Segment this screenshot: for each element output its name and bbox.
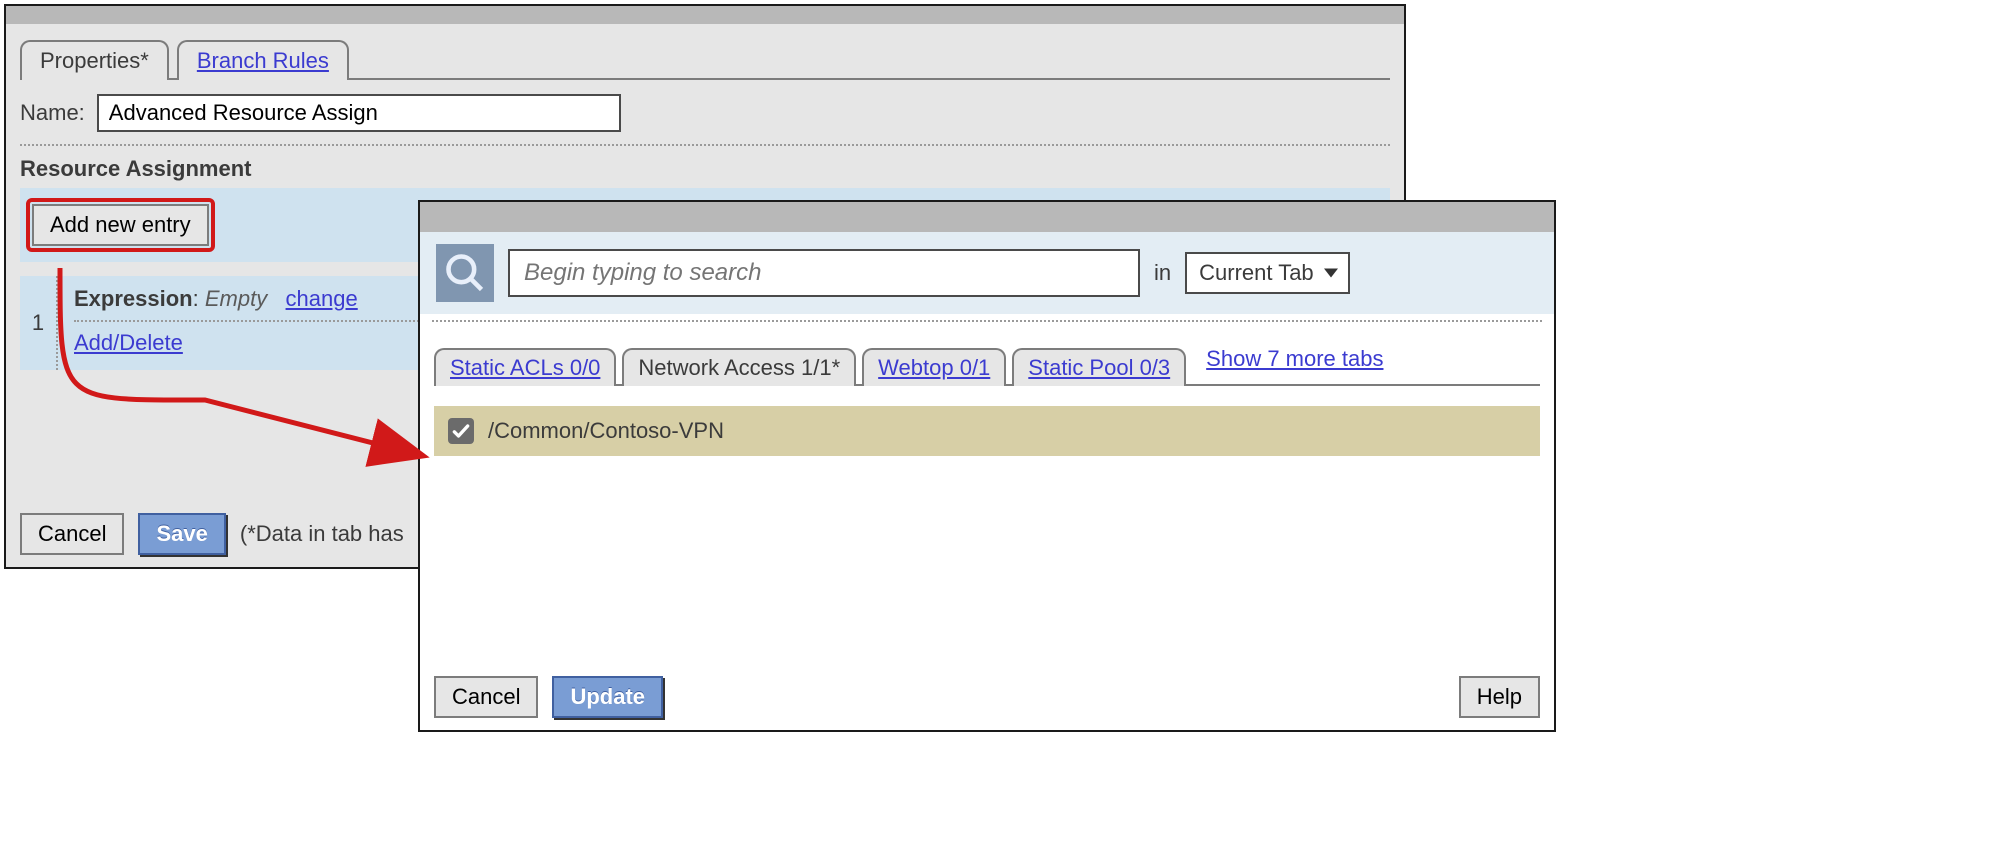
expression-value: Empty — [205, 286, 267, 311]
save-button[interactable]: Save — [138, 513, 225, 555]
resource-checkbox-checked[interactable] — [448, 418, 474, 444]
resource-item[interactable]: /Common/Contoso-VPN — [434, 406, 1540, 456]
change-link[interactable]: change — [286, 286, 358, 311]
tab-network-access-label: Network Access 1/1* — [638, 355, 840, 380]
name-row: Name: — [6, 80, 1404, 144]
search-bar: in Current Tab — [420, 232, 1554, 314]
resource-picker-window: in Current Tab Static ACLs 0/0 Network A… — [418, 200, 1556, 732]
tab-branch-rules-label: Branch Rules — [197, 48, 329, 73]
search-input[interactable] — [508, 249, 1140, 297]
cancel-button[interactable]: Cancel — [434, 676, 538, 718]
window-titlebar — [420, 202, 1554, 232]
front-footer: Cancel Update Help — [434, 676, 1540, 718]
expression-label: Expression — [74, 286, 193, 311]
search-icon — [436, 244, 494, 302]
tab-properties[interactable]: Properties* — [20, 40, 169, 80]
tab-properties-label: Properties* — [40, 48, 149, 73]
add-entry-highlight: Add new entry — [26, 198, 215, 252]
tab-webtop-label: Webtop 0/1 — [878, 355, 990, 380]
help-button[interactable]: Help — [1459, 676, 1540, 718]
tab-webtop[interactable]: Webtop 0/1 — [862, 348, 1006, 386]
show-more-tabs-link[interactable]: Show 7 more tabs — [1206, 346, 1383, 378]
name-input[interactable] — [97, 94, 621, 132]
tab-branch-rules[interactable]: Branch Rules — [177, 40, 349, 80]
add-delete-link[interactable]: Add/Delete — [74, 330, 183, 355]
add-new-entry-button[interactable]: Add new entry — [32, 204, 209, 246]
window-titlebar — [6, 6, 1404, 24]
name-label: Name: — [20, 100, 85, 126]
search-scope-value: Current Tab — [1199, 260, 1314, 286]
main-tabs: Properties* Branch Rules — [20, 34, 1390, 80]
tab-static-pool[interactable]: Static Pool 0/3 — [1012, 348, 1186, 386]
tab-static-acls[interactable]: Static ACLs 0/0 — [434, 348, 616, 386]
tab-static-acls-label: Static ACLs 0/0 — [450, 355, 600, 380]
back-footer: Cancel Save (*Data in tab has — [20, 513, 404, 555]
resource-assignment-heading: Resource Assignment — [20, 156, 1390, 182]
search-scope-select[interactable]: Current Tab — [1185, 252, 1350, 294]
update-button[interactable]: Update — [552, 676, 663, 718]
resource-path: /Common/Contoso-VPN — [488, 418, 724, 444]
resource-subtabs: Static ACLs 0/0 Network Access 1/1* Webt… — [434, 340, 1540, 386]
save-note: (*Data in tab has — [240, 521, 404, 547]
tab-static-pool-label: Static Pool 0/3 — [1028, 355, 1170, 380]
tab-network-access[interactable]: Network Access 1/1* — [622, 348, 856, 386]
entry-index: 1 — [20, 276, 58, 370]
in-label: in — [1154, 260, 1171, 286]
cancel-button[interactable]: Cancel — [20, 513, 124, 555]
